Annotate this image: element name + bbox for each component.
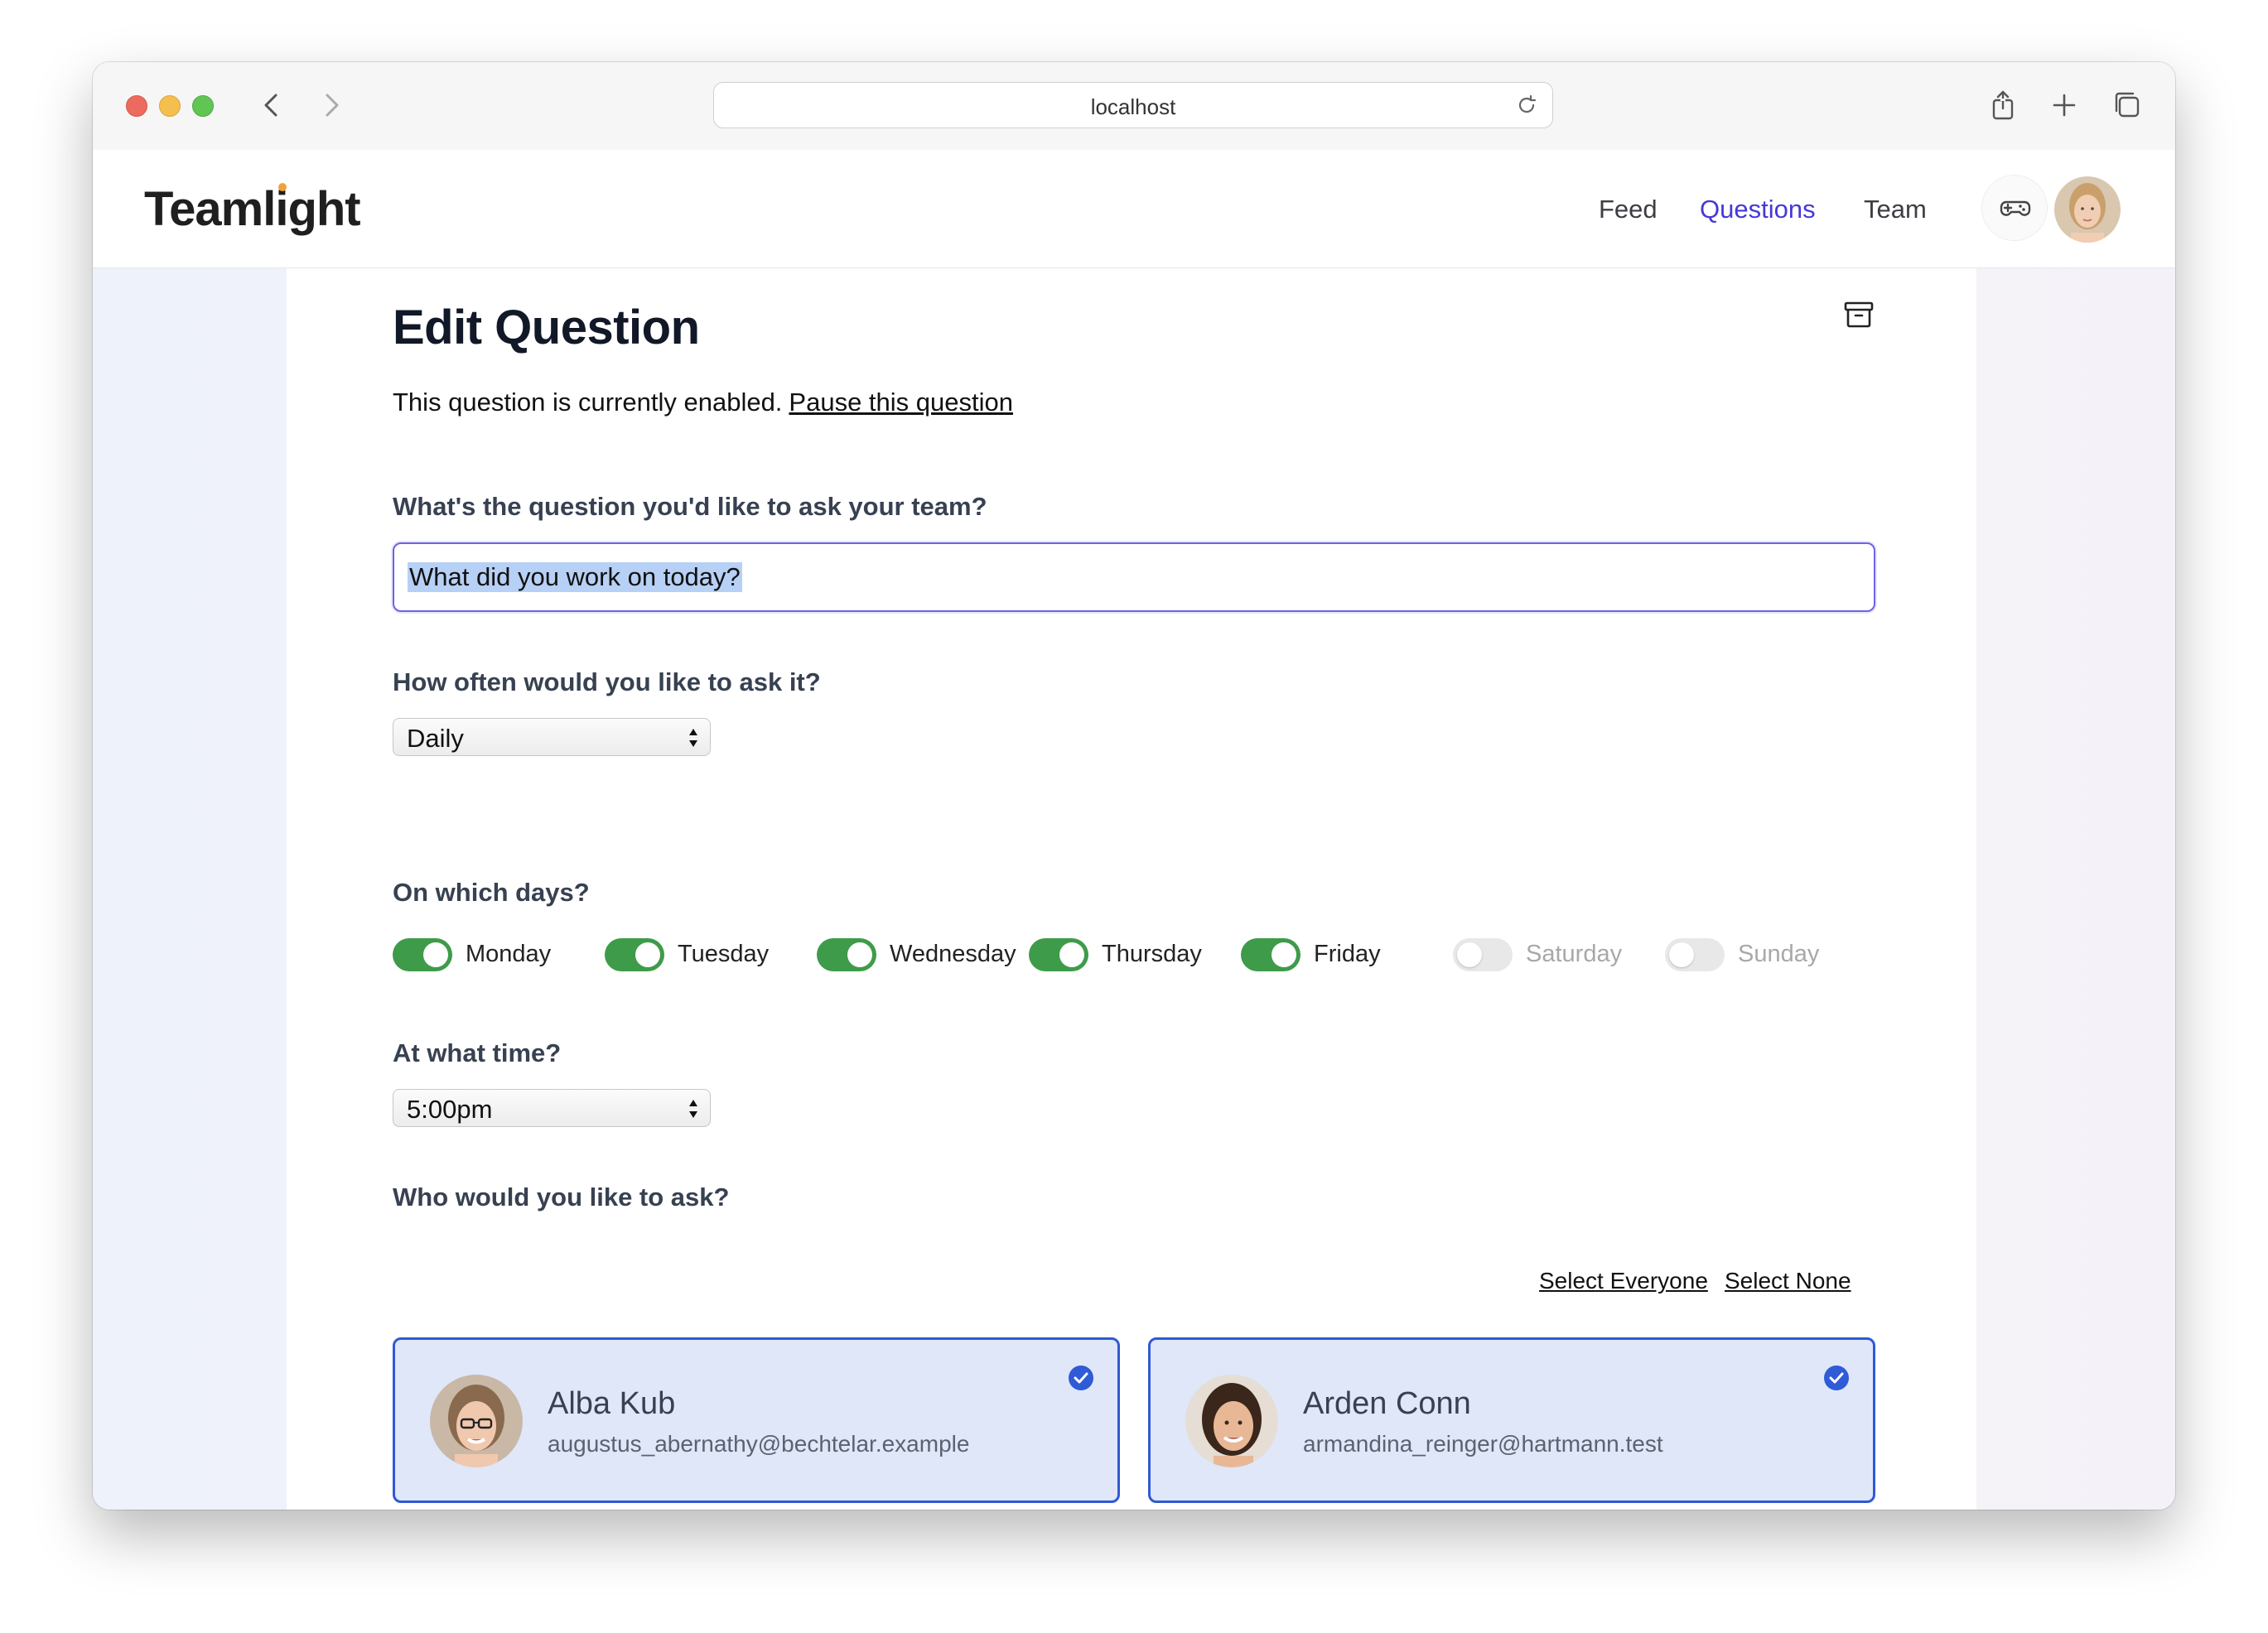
share-icon[interactable] [1985, 87, 2021, 123]
app-header: Teamlight Feed Questions Team [93, 150, 2175, 268]
question-label: What's the question you'd like to ask yo… [393, 492, 987, 521]
day-label: Thursday [1102, 941, 1202, 967]
question-input[interactable]: What did you work on today? [393, 542, 1875, 612]
nav-questions[interactable]: Questions [1700, 195, 1816, 224]
toggle-switch[interactable] [393, 938, 452, 971]
question-input-value: What did you work on today? [408, 562, 742, 592]
toggle-switch[interactable] [817, 938, 876, 971]
member-email: augustus_abernathy@bechtelar.example [548, 1431, 970, 1457]
member-card[interactable]: Arden Conn armandina_reinger@hartmann.te… [1148, 1337, 1875, 1503]
select-updown-icon [689, 1100, 697, 1118]
toggle-switch[interactable] [1453, 938, 1513, 971]
day-label: Friday [1314, 941, 1381, 967]
frequency-select-value: Daily [407, 724, 464, 753]
reload-icon[interactable] [1514, 93, 1539, 118]
check-circle-icon [1069, 1366, 1093, 1390]
check-circle-icon [1824, 1366, 1849, 1390]
toggle-switch[interactable] [605, 938, 664, 971]
tab-overview-icon[interactable] [2109, 87, 2145, 123]
new-tab-icon[interactable] [2046, 87, 2082, 123]
day-label: Sunday [1738, 941, 1820, 967]
edit-question-panel: Edit Question This question is currently… [287, 268, 1976, 1510]
member-card[interactable]: Alba Kub augustus_abernathy@bechtelar.ex… [393, 1337, 1120, 1503]
days-toggles: Monday Tuesday Wednesday Thursday Friday… [393, 934, 1884, 975]
user-avatar[interactable] [2054, 176, 2121, 243]
member-avatar [430, 1375, 523, 1467]
page-title: Edit Question [393, 301, 700, 354]
game-controller-icon [2000, 200, 2031, 216]
time-select[interactable]: 5:00pm [393, 1089, 711, 1127]
question-status: This question is currently enabled. Pause… [393, 388, 1013, 417]
teamlight-logo[interactable]: Teamlight [144, 181, 361, 237]
toggle-switch[interactable] [1029, 938, 1088, 971]
day-label: Saturday [1526, 941, 1623, 967]
day-label: Monday [466, 941, 552, 967]
toggle-switch[interactable] [1241, 938, 1300, 971]
address-bar[interactable]: localhost [713, 82, 1553, 128]
game-button[interactable] [1981, 175, 2048, 241]
member-email: armandina_reinger@hartmann.test [1303, 1431, 1663, 1457]
time-label: At what time? [393, 1038, 562, 1067]
frequency-select[interactable]: Daily [393, 718, 711, 756]
days-label: On which days? [393, 878, 590, 907]
day-label: Tuesday [678, 941, 770, 967]
time-select-value: 5:00pm [407, 1095, 493, 1124]
member-avatar [1185, 1375, 1278, 1467]
member-name: Arden Conn [1303, 1386, 1471, 1421]
browser-titlebar: localhost [93, 62, 2175, 151]
pause-question-link[interactable]: Pause this question [789, 388, 1013, 417]
minimize-window-button[interactable] [159, 95, 181, 117]
close-window-button[interactable] [126, 95, 147, 117]
who-label: Who would you like to ask? [393, 1183, 730, 1212]
url-text: localhost [1090, 94, 1176, 119]
frequency-label: How often would you like to ask it? [393, 667, 821, 696]
logo-accent-dot [278, 183, 287, 191]
nav-feed[interactable]: Feed [1599, 195, 1658, 224]
archive-icon[interactable] [1841, 296, 1877, 333]
nav-team[interactable]: Team [1864, 195, 1927, 224]
browser-window: localhost Teamlight Feed Questions Team [93, 62, 2175, 1510]
back-arrow-icon[interactable] [255, 89, 288, 122]
zoom-window-button[interactable] [192, 95, 214, 117]
select-everyone-link[interactable]: Select Everyone [1539, 1268, 1708, 1294]
toggle-switch[interactable] [1665, 938, 1725, 971]
day-label: Wednesday [890, 941, 1016, 967]
member-name: Alba Kub [548, 1386, 676, 1421]
select-updown-icon [689, 729, 697, 747]
select-none-link[interactable]: Select None [1725, 1268, 1851, 1294]
status-text: This question is currently enabled. [393, 388, 783, 417]
forward-arrow-icon[interactable] [315, 89, 348, 122]
